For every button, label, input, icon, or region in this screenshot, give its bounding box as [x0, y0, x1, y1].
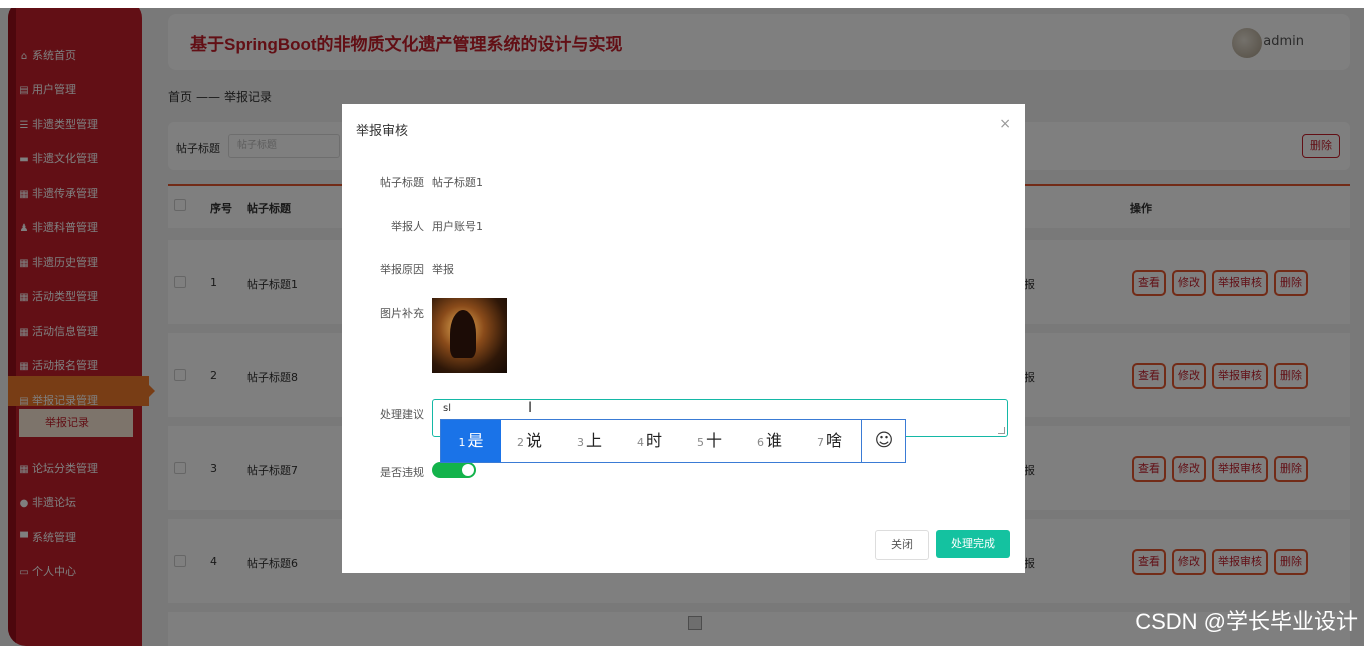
ime-candidate-char: 谁 [766, 431, 783, 450]
supplement-image[interactable] [432, 298, 507, 373]
ime-candidate[interactable]: 6谁 [757, 420, 782, 462]
ime-candidate[interactable]: 1是 [441, 420, 501, 462]
ime-candidate-char: 时 [646, 431, 663, 450]
ime-candidate[interactable]: 5十 [697, 420, 722, 462]
post-title-label: 帖子标题 [380, 176, 424, 189]
reporter-label: 举报人 [391, 220, 424, 233]
done-button[interactable]: 处理完成 [936, 530, 1010, 558]
ime-candidate[interactable]: 7啥 [817, 420, 842, 462]
violation-label: 是否违规 [380, 466, 424, 479]
emoji-icon[interactable]: ☺ [861, 420, 906, 462]
ime-candidate-number: 2 [517, 436, 524, 449]
ime-candidate-char: 啥 [826, 431, 843, 450]
reason-label: 举报原因 [380, 263, 424, 276]
suggestion-label: 处理建议 [380, 408, 424, 421]
resize-grip-icon[interactable] [998, 427, 1005, 434]
violation-toggle[interactable] [432, 462, 476, 478]
close-button[interactable]: 关闭 [875, 530, 929, 560]
ime-candidate-char: 说 [526, 431, 543, 450]
text-cursor-icon: I [528, 400, 533, 416]
dialog-title: 举报审核 [356, 124, 409, 139]
ime-candidate-char: 十 [706, 431, 723, 450]
toggle-knob [462, 464, 474, 476]
ime-candidate-number: 3 [577, 436, 584, 449]
ime-candidate[interactable]: 3上 [577, 420, 602, 462]
ime-candidate[interactable]: 4时 [637, 420, 662, 462]
close-icon[interactable]: × [999, 116, 1011, 132]
ime-candidate-number: 5 [697, 436, 704, 449]
image-label: 图片补充 [380, 307, 424, 320]
reason-value: 举报 [432, 263, 454, 276]
ime-candidate[interactable]: 2说 [517, 420, 542, 462]
suggestion-text: sl [443, 403, 451, 414]
ime-candidate-number: 7 [817, 436, 824, 449]
ime-candidate-bar: 1是 2说 3上 4时 5十 6谁 7啥 ☺ [440, 419, 906, 463]
ime-candidate-number: 4 [637, 436, 644, 449]
shadow-puppet-figure [450, 310, 476, 358]
watermark: CSDN @学长毕业设计 [1135, 609, 1358, 634]
top-strip [0, 0, 1364, 8]
ime-candidate-number: 6 [757, 436, 764, 449]
ime-candidate-number: 1 [458, 436, 466, 449]
reporter-value: 用户账号1 [432, 220, 483, 233]
ime-candidate-char: 上 [586, 431, 603, 450]
ime-candidate-char: 是 [467, 431, 484, 450]
post-title-value: 帖子标题1 [432, 176, 483, 189]
report-review-dialog: 举报审核 × 帖子标题 帖子标题1 举报人 用户账号1 举报原因 举报 图片补充… [342, 104, 1025, 573]
